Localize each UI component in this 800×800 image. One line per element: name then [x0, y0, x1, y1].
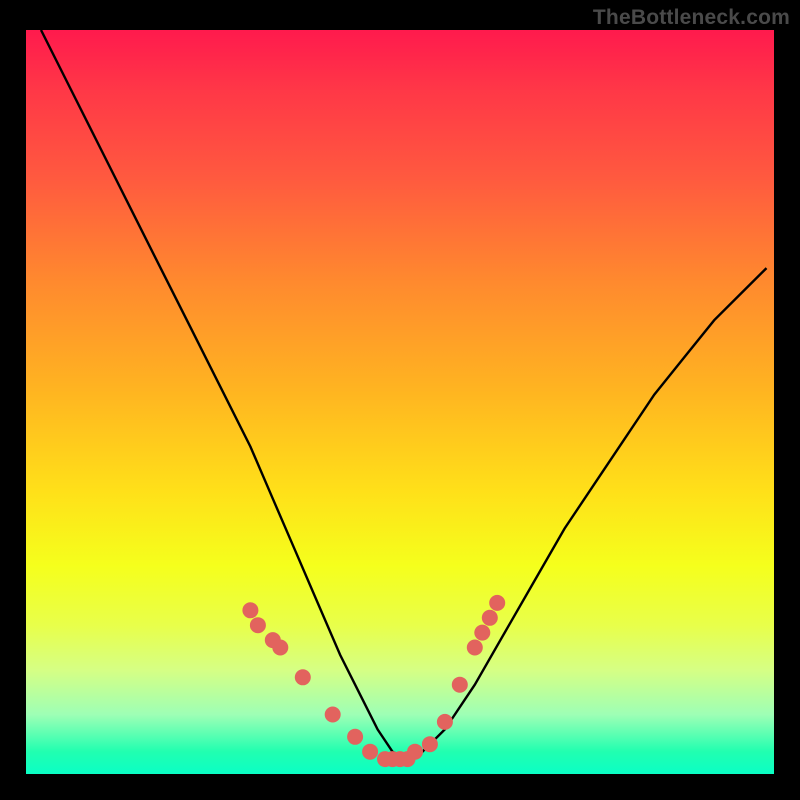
marker-dot: [437, 714, 453, 730]
chart-svg: [26, 30, 774, 774]
marker-dot: [474, 625, 490, 641]
marker-dot: [242, 602, 258, 618]
marker-dot: [489, 595, 505, 611]
marker-group: [242, 595, 505, 767]
marker-dot: [422, 736, 438, 752]
marker-dot: [250, 617, 266, 633]
marker-dot: [407, 744, 423, 760]
marker-dot: [272, 640, 288, 656]
watermark-text: TheBottleneck.com: [593, 6, 790, 30]
bottleneck-curve: [41, 30, 767, 759]
marker-dot: [295, 669, 311, 685]
marker-dot: [325, 707, 341, 723]
chart-frame: [26, 30, 774, 774]
marker-dot: [452, 677, 468, 693]
marker-dot: [347, 729, 363, 745]
marker-dot: [482, 610, 498, 626]
marker-dot: [362, 744, 378, 760]
marker-dot: [467, 640, 483, 656]
